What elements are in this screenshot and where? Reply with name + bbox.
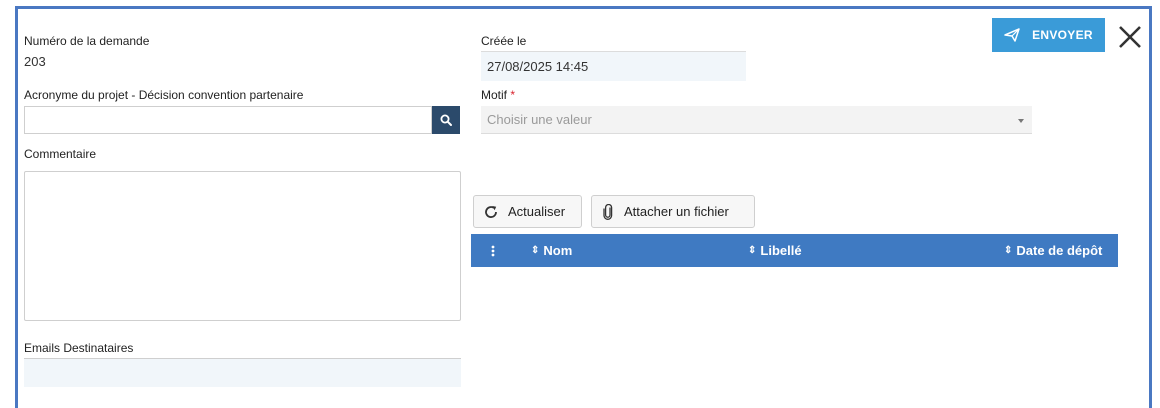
column-libelle-label: Libellé — [760, 243, 802, 258]
refresh-button[interactable]: Actualiser — [473, 195, 582, 228]
acronym-search-button[interactable] — [432, 106, 460, 134]
search-icon — [440, 114, 452, 126]
refresh-label: Actualiser — [508, 204, 566, 219]
chevron-down-icon — [1018, 118, 1024, 123]
column-date-label: Date de dépôt — [1016, 243, 1103, 258]
column-header-name[interactable]: ⇕ Nom — [531, 234, 572, 267]
column-menu-icon[interactable] — [491, 234, 495, 267]
motif-label-wrap: Motif * — [481, 88, 515, 102]
motif-placeholder: Choisir une valeur — [487, 112, 592, 127]
sort-icon: ⇕ — [748, 245, 757, 256]
comment-label: Commentaire — [24, 147, 97, 161]
close-button[interactable] — [1115, 22, 1145, 52]
sort-icon: ⇕ — [1004, 245, 1013, 256]
request-number-label: Numéro de la demande — [24, 34, 150, 48]
column-header-label[interactable]: ⇕ Libellé — [748, 234, 802, 267]
acronym-input[interactable] — [24, 106, 432, 134]
send-button[interactable]: ENVOYER — [992, 18, 1105, 52]
refresh-icon — [485, 205, 497, 218]
emails-input[interactable] — [24, 358, 461, 387]
motif-label: Motif — [481, 88, 508, 102]
attach-file-label: Attacher un fichier — [624, 204, 729, 219]
motif-select[interactable]: Choisir une valeur — [481, 106, 1032, 134]
request-number-value: 203 — [24, 54, 46, 69]
paper-plane-icon — [1004, 28, 1020, 42]
close-icon — [1119, 26, 1141, 48]
sort-icon: ⇕ — [531, 245, 540, 256]
comment-textarea[interactable] — [24, 171, 461, 321]
column-name-label: Nom — [543, 243, 573, 258]
acronym-label: Acronyme du projet - Décision convention… — [24, 88, 304, 102]
send-label: ENVOYER — [1032, 28, 1093, 42]
attach-file-button[interactable]: Attacher un fichier — [591, 195, 755, 228]
column-header-date[interactable]: ⇕ Date de dépôt — [1004, 234, 1102, 267]
required-mark: * — [510, 88, 516, 102]
created-label: Créée le — [481, 34, 527, 48]
created-value: 27/08/2025 14:45 — [481, 51, 746, 81]
attachments-table-header: ⇕ Nom ⇕ Libellé ⇕ Date de dépôt — [471, 234, 1118, 267]
emails-label: Emails Destinataires — [24, 341, 134, 355]
paperclip-icon — [603, 203, 613, 220]
